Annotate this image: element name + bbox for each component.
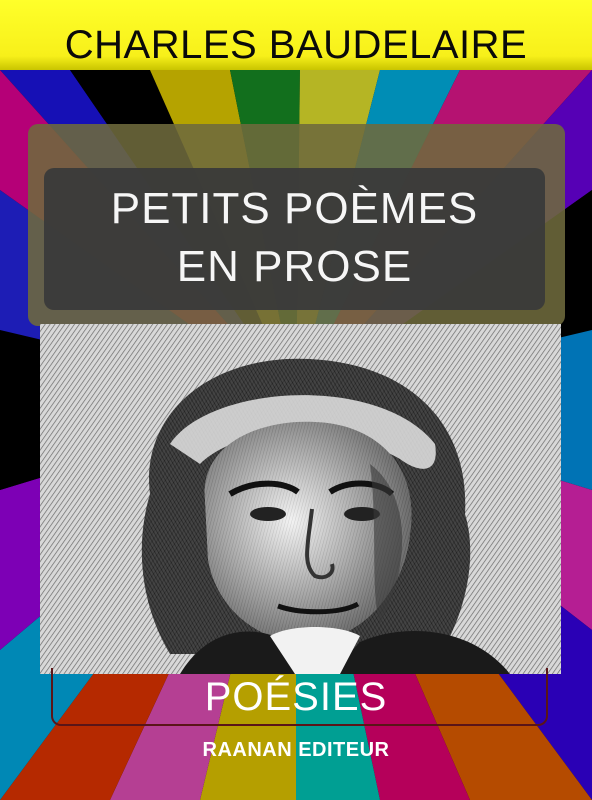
book-cover: CHARLES BAUDELAIRE PETITS POÈMES EN PROS… (0, 0, 592, 800)
book-title-line-2: EN PROSE (176, 242, 413, 291)
publisher-name: RAANAN EDITEUR (202, 739, 390, 761)
genre-label: POÉSIES (204, 675, 388, 719)
author-portrait-image (40, 324, 561, 674)
engraved-portrait-icon (40, 324, 561, 674)
author-name: CHARLES BAUDELAIRE (64, 23, 528, 67)
book-title-line-1: PETITS POÈMES (110, 184, 479, 233)
